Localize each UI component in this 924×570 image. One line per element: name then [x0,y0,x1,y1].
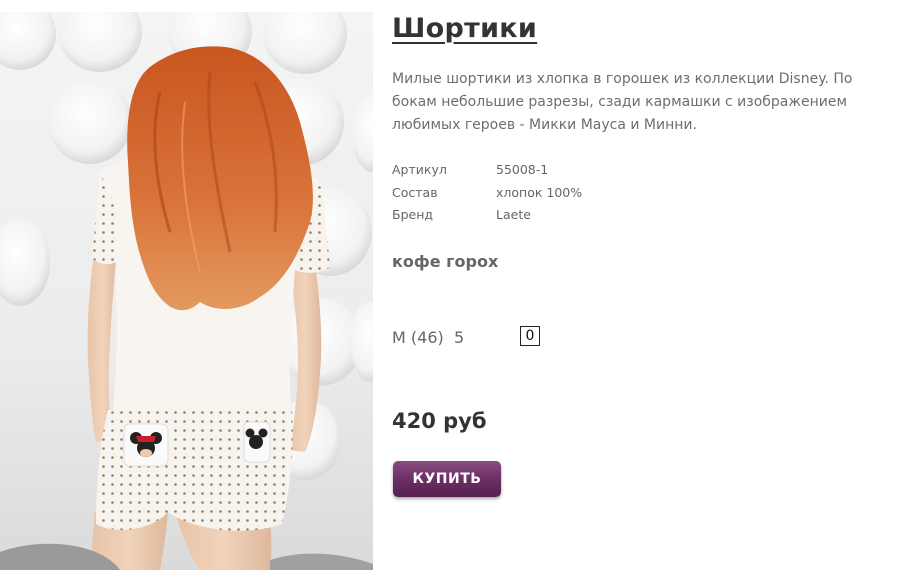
product-photo [0,12,373,570]
product-photo-illustration [0,12,373,570]
quantity-input[interactable] [520,326,540,346]
product-description: Милые шортики из хлопка в горошек из кол… [392,71,853,133]
spec-label: Артикул [392,162,447,177]
spec-label: Бренд [392,207,434,222]
size-label: M (46) [392,328,444,347]
color-name: кофе горох [392,252,499,271]
size-row: M (46) 5 [392,326,592,350]
spec-label: Состав [392,184,438,200]
pocket-left [123,423,169,467]
size-stock: 5 [454,328,465,347]
product-price: 420 руб [392,409,487,433]
spec-value: хлопок 100% [496,184,583,200]
buy-button[interactable]: КУПИТЬ [393,461,501,497]
pocket-right [243,421,271,463]
product-title[interactable]: Шортики [392,13,537,44]
spec-value: 55008-1 [496,162,549,177]
spec-value: Laete [496,207,531,222]
